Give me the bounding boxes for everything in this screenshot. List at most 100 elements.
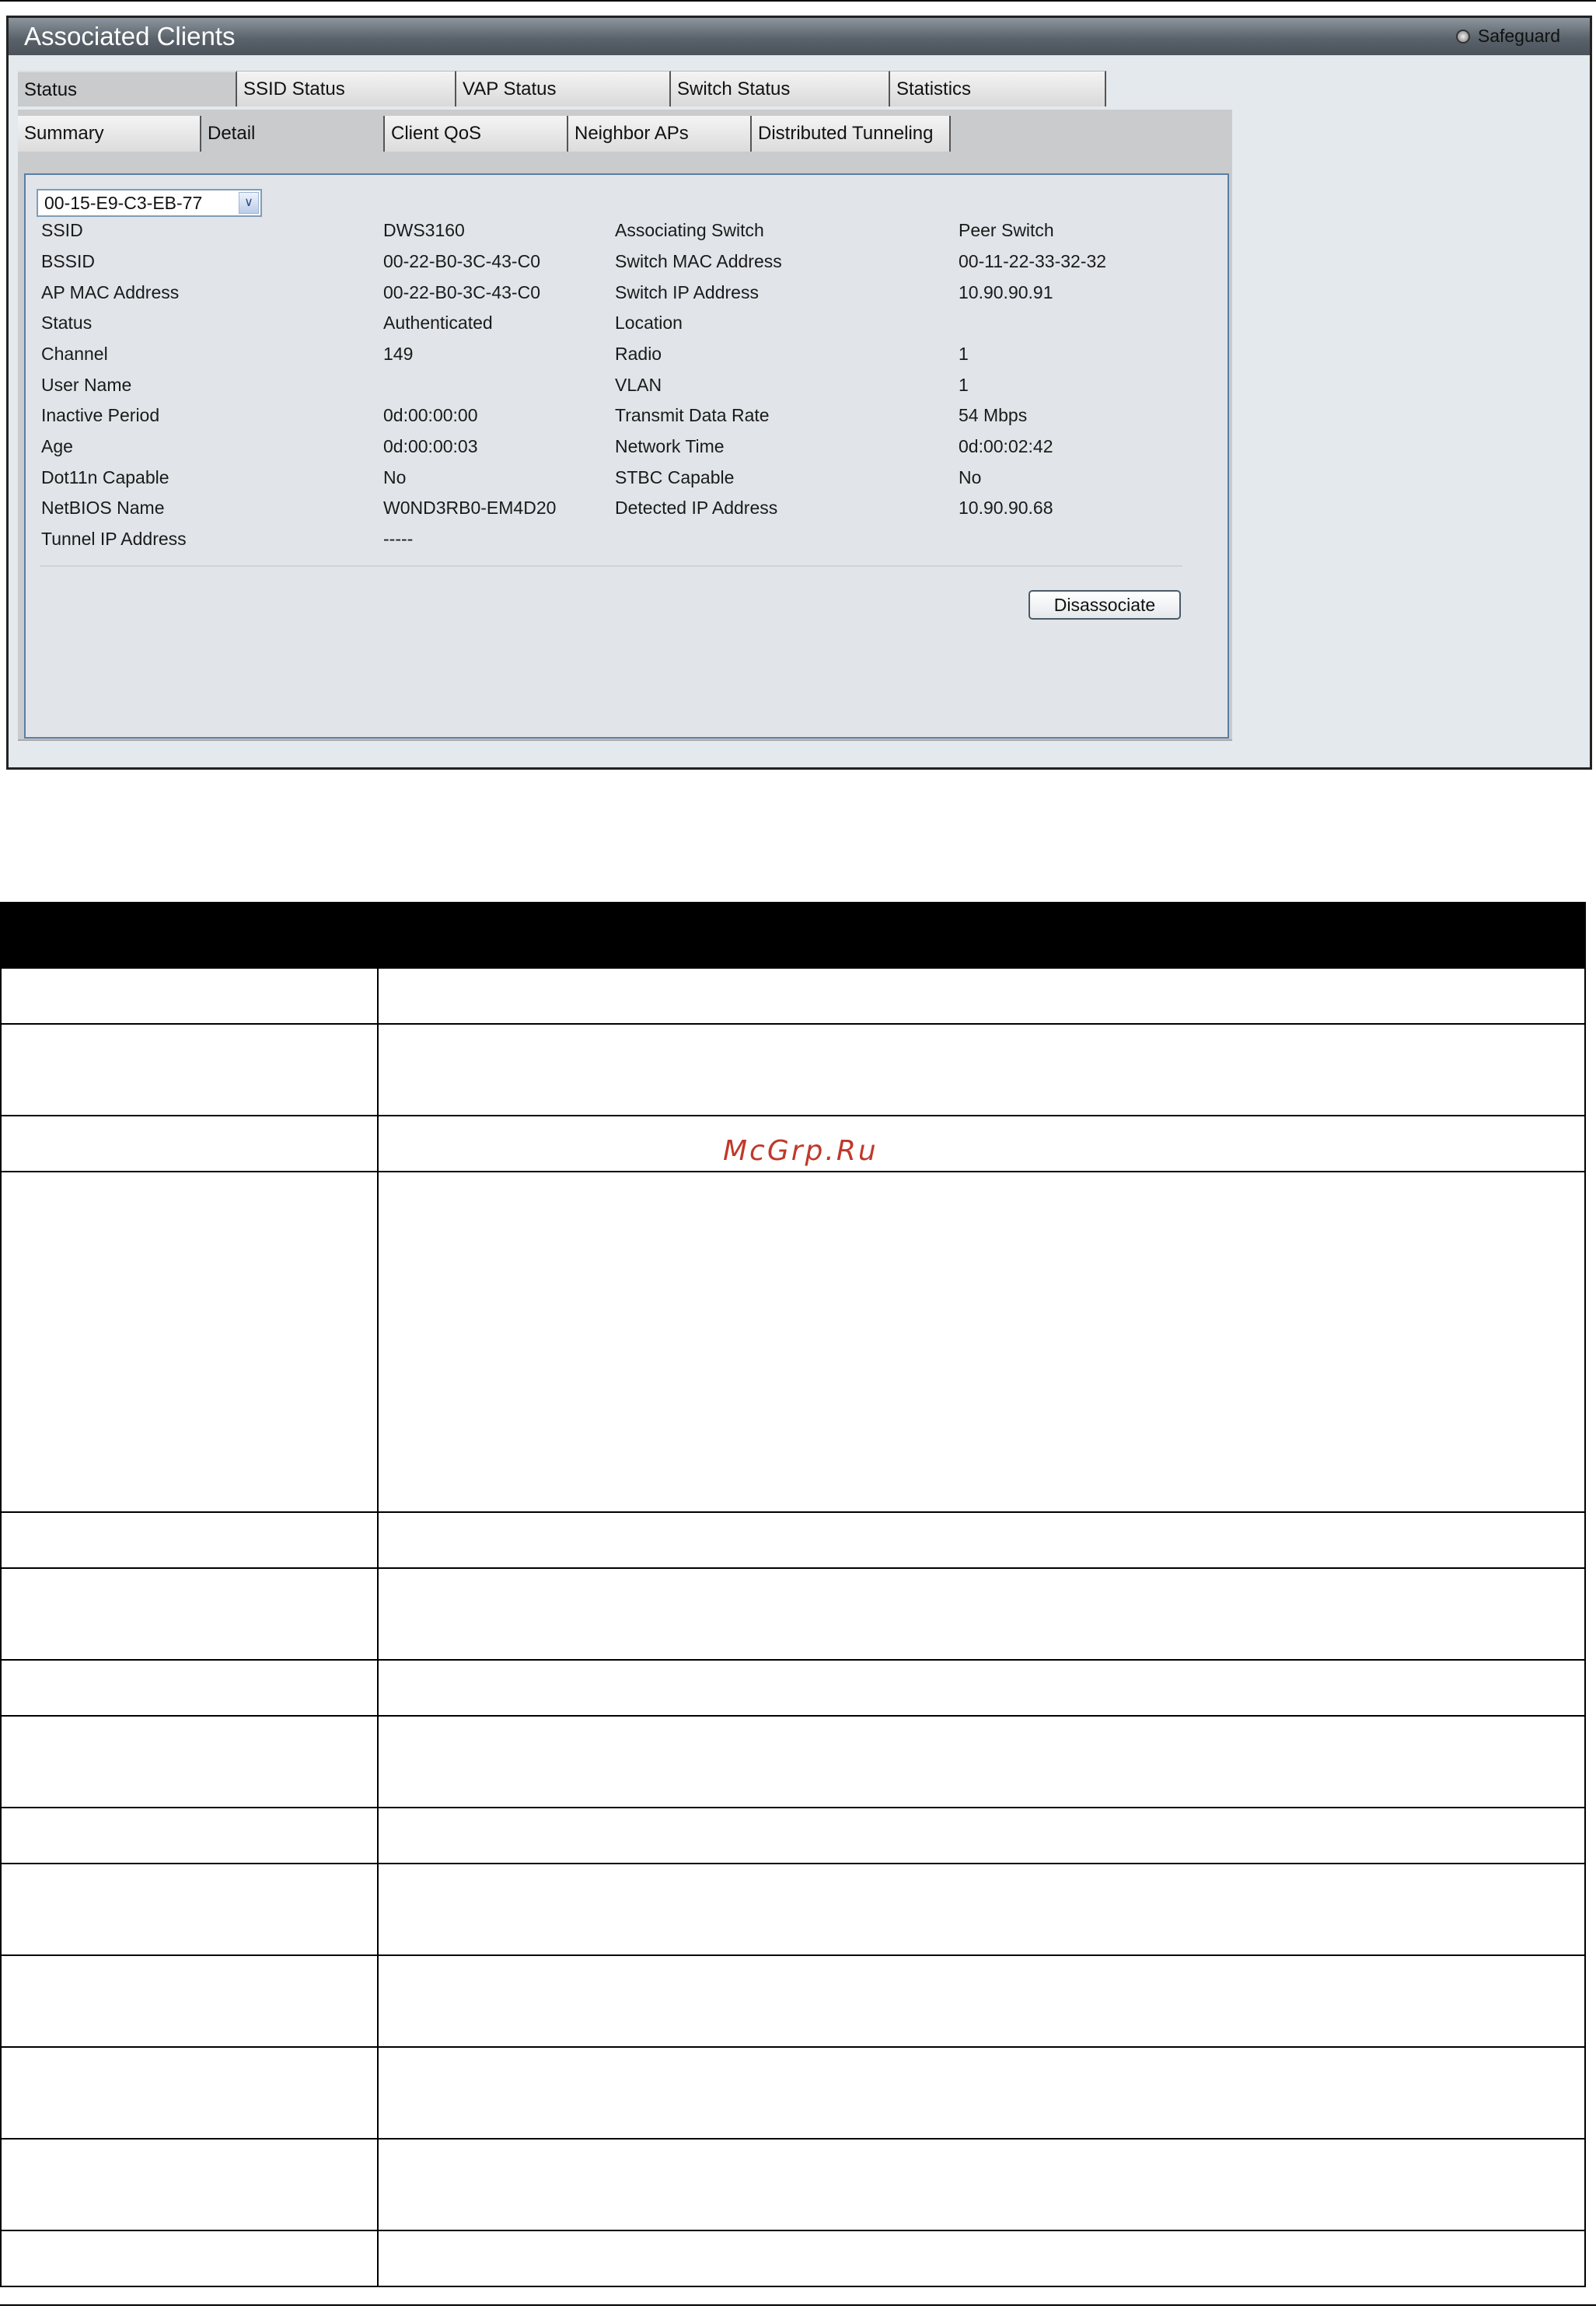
field-label: VLAN bbox=[615, 375, 662, 395]
bottom-page-rule bbox=[0, 2304, 1596, 2306]
field-value: 1 bbox=[959, 375, 969, 395]
table-cell bbox=[0, 1511, 379, 1569]
field-label: Dot11n Capable bbox=[41, 467, 169, 487]
field-label: Channel bbox=[41, 344, 108, 364]
field-value: DWS3160 bbox=[383, 220, 465, 240]
table-cell bbox=[0, 1715, 379, 1808]
field-label: SSID bbox=[41, 220, 83, 240]
tab-distributed-tunneling[interactable]: Distributed Tunneling bbox=[752, 116, 951, 152]
parameter-table bbox=[0, 902, 1586, 2287]
table-row bbox=[0, 1171, 1586, 1513]
header-description bbox=[377, 902, 1586, 969]
field-label: Tunnel IP Address bbox=[41, 529, 187, 549]
top-page-rule bbox=[0, 0, 1596, 2]
tab-status[interactable]: Status bbox=[18, 71, 237, 107]
safeguard-icon bbox=[1455, 29, 1470, 44]
field-label: STBC Capable bbox=[615, 467, 735, 487]
field-label: NetBIOS Name bbox=[41, 498, 165, 518]
table-cell bbox=[0, 2230, 379, 2287]
client-mac-select-value: 00-15-E9-C3-EB-77 bbox=[44, 193, 203, 213]
tab-neighbor-aps[interactable]: Neighbor APs bbox=[568, 116, 752, 152]
field-value: No bbox=[383, 467, 407, 487]
window-title: Associated Clients bbox=[24, 22, 236, 51]
field-value: Peer Switch bbox=[959, 220, 1054, 240]
safeguard-label: Safeguard bbox=[1477, 26, 1560, 46]
table-cell bbox=[377, 2046, 1586, 2140]
table-cell bbox=[377, 1567, 1586, 1661]
table-row bbox=[0, 2138, 1586, 2231]
table-cell bbox=[0, 1807, 379, 1864]
table-cell bbox=[0, 2138, 379, 2231]
table-cell bbox=[377, 2138, 1586, 2231]
content-divider bbox=[40, 565, 1182, 567]
table-cell bbox=[0, 1171, 379, 1513]
field-label: Associating Switch bbox=[615, 220, 764, 240]
table-cell bbox=[377, 1115, 1586, 1172]
disassociate-button[interactable]: Disassociate bbox=[1028, 590, 1181, 620]
field-label: Age bbox=[41, 436, 73, 456]
table-cell bbox=[377, 1807, 1586, 1864]
tab-summary[interactable]: Summary bbox=[18, 116, 201, 152]
field-value: Authenticated bbox=[383, 313, 493, 333]
field-label: Network Time bbox=[615, 436, 725, 456]
tab-statistics[interactable]: Statistics bbox=[890, 71, 1106, 107]
field-value: 54 Mbps bbox=[959, 405, 1028, 425]
table-row bbox=[0, 1567, 1586, 1661]
table-cell bbox=[0, 967, 379, 1025]
table-cell bbox=[0, 1115, 379, 1172]
table-cell bbox=[0, 1659, 379, 1717]
table-cell bbox=[377, 1511, 1586, 1569]
table-cell bbox=[377, 967, 1586, 1025]
field-value: 149 bbox=[383, 344, 414, 364]
field-label: Location bbox=[615, 313, 683, 333]
table-row bbox=[0, 1715, 1586, 1808]
associated-clients-window: Associated Clients Safeguard Status SSID… bbox=[6, 16, 1592, 770]
field-value: No bbox=[959, 467, 982, 487]
table-row bbox=[0, 967, 1586, 1025]
table-header-row bbox=[0, 902, 1586, 969]
tab-vap-status[interactable]: VAP Status bbox=[456, 71, 671, 107]
table-row bbox=[0, 1863, 1586, 1956]
field-value: 0d:00:02:42 bbox=[959, 436, 1053, 456]
field-label: Transmit Data Rate bbox=[615, 405, 770, 425]
field-label: AP MAC Address bbox=[41, 282, 180, 302]
title-bar: Associated Clients Safeguard bbox=[9, 18, 1590, 55]
tab-client-qos[interactable]: Client QoS bbox=[385, 116, 568, 152]
table-cell bbox=[0, 1954, 379, 2048]
client-mac-select[interactable]: 00-15-E9-C3-EB-77 ∨ bbox=[37, 189, 262, 217]
table-cell bbox=[0, 1023, 379, 1116]
field-value: W0ND3RB0-EM4D20 bbox=[383, 498, 557, 518]
table-row bbox=[0, 1807, 1586, 1864]
tab-detail[interactable]: Detail bbox=[201, 116, 385, 152]
field-value: 00-11-22-33-32-32 bbox=[959, 251, 1107, 271]
field-label: BSSID bbox=[41, 251, 96, 271]
chevron-down-icon[interactable]: ∨ bbox=[239, 192, 259, 214]
table-cell bbox=[377, 2230, 1586, 2287]
table-row bbox=[0, 2046, 1586, 2140]
table-row bbox=[0, 1511, 1586, 1569]
safeguard-indicator: Safeguard bbox=[1455, 26, 1560, 47]
field-value: 00-22-B0-3C-43-C0 bbox=[383, 251, 540, 271]
field-value: ----- bbox=[383, 529, 414, 549]
field-label: Switch MAC Address bbox=[615, 251, 782, 271]
table-cell bbox=[377, 1171, 1586, 1513]
tab-ssid-status[interactable]: SSID Status bbox=[237, 71, 456, 107]
field-value: 10.90.90.68 bbox=[959, 498, 1053, 518]
watermark-text: McGrp.Ru bbox=[723, 1135, 878, 1167]
table-cell bbox=[0, 1863, 379, 1956]
field-label: Detected IP Address bbox=[615, 498, 778, 518]
table-cell bbox=[377, 1659, 1586, 1717]
field-value: 10.90.90.91 bbox=[959, 282, 1053, 302]
field-label: User Name bbox=[41, 375, 132, 395]
table-row bbox=[0, 1659, 1586, 1717]
tab-switch-status[interactable]: Switch Status bbox=[671, 71, 890, 107]
table-row bbox=[0, 1023, 1586, 1116]
field-label: Switch IP Address bbox=[615, 282, 759, 302]
field-value: 1 bbox=[959, 344, 969, 364]
table-row bbox=[0, 1954, 1586, 2048]
field-value: 00-22-B0-3C-43-C0 bbox=[383, 282, 540, 302]
table-cell bbox=[377, 1954, 1586, 2048]
field-label: Radio bbox=[615, 344, 662, 364]
table-cell bbox=[0, 1567, 379, 1661]
field-value: 0d:00:00:00 bbox=[383, 405, 478, 425]
